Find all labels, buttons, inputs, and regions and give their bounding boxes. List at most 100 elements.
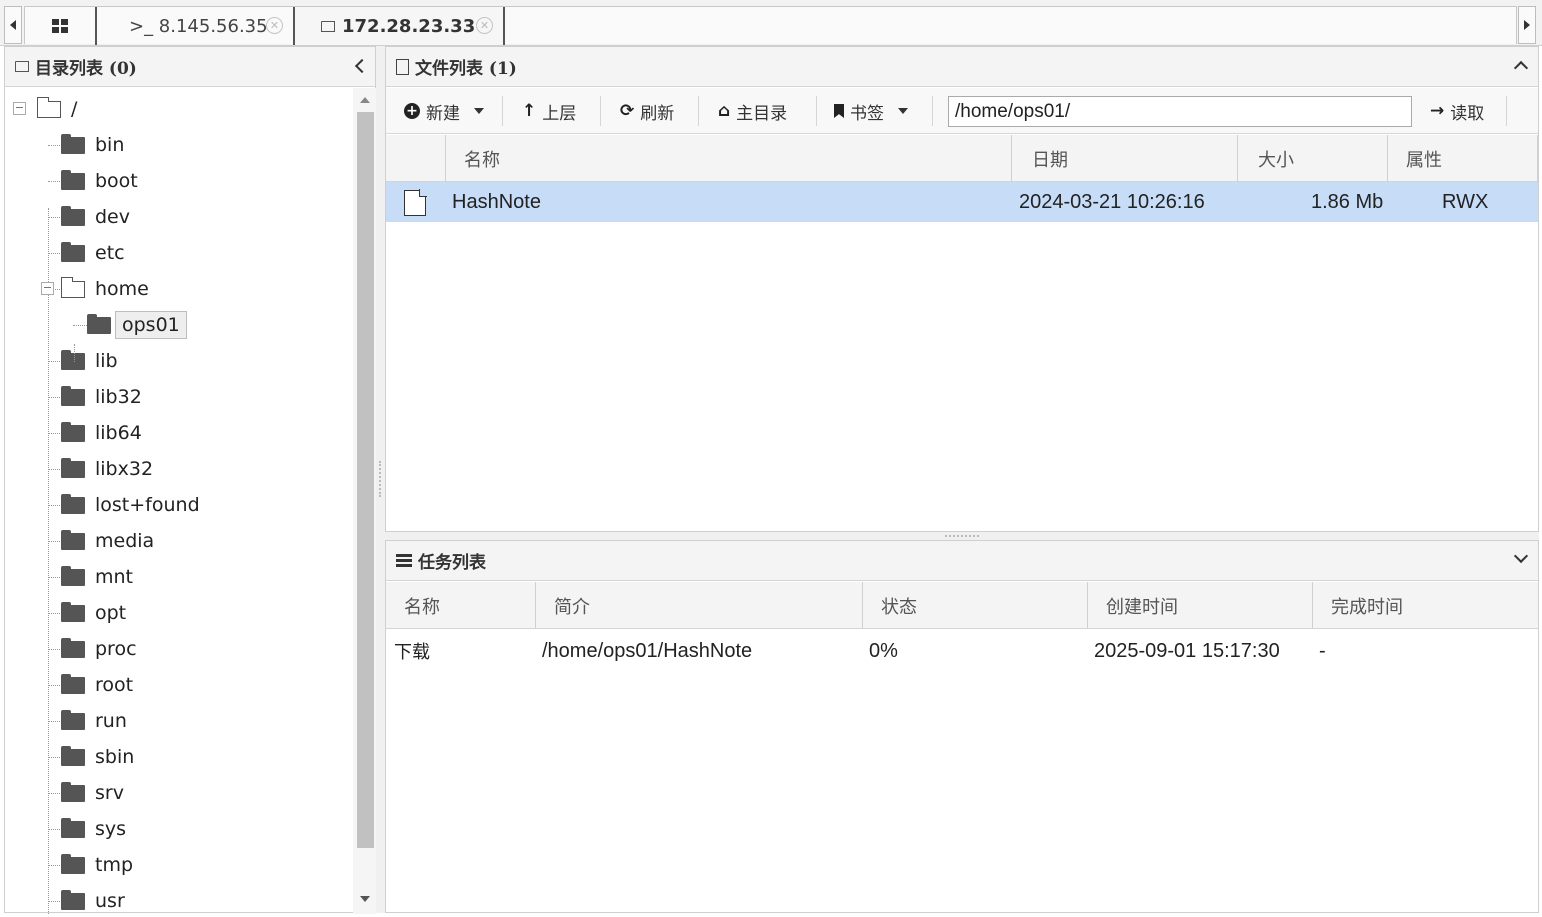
column-header-size[interactable]: 大小 — [1240, 135, 1388, 182]
tree-node-usr[interactable]: usr — [48, 884, 125, 914]
folder-icon — [61, 205, 85, 226]
tree-node-label: lib32 — [95, 386, 142, 408]
vertical-splitter[interactable] — [376, 46, 385, 913]
bookmark-icon — [834, 104, 844, 118]
refresh-button[interactable]: ⟳ 刷新 — [620, 88, 674, 134]
tree-node-sbin[interactable]: sbin — [48, 740, 134, 774]
chevron-up-icon[interactable] — [1513, 60, 1529, 76]
tree-node-dev[interactable]: dev — [48, 200, 130, 234]
directory-panel-title: 目录列表 (0) — [35, 59, 137, 79]
tree-node-lib32[interactable]: lib32 — [48, 380, 142, 414]
tree-node-label: lost+found — [95, 494, 200, 516]
file-toolbar: + 新建 ↑ 上层 ⟳ 刷新 ⌂ 主目录 书签 → 读取 — [386, 88, 1538, 134]
tree-node-label: sys — [95, 818, 127, 840]
tree-node-lost-found[interactable]: lost+found — [48, 488, 200, 522]
read-button[interactable]: → 读取 — [1430, 88, 1484, 134]
tab-scroll-right-button[interactable] — [1518, 6, 1536, 44]
collapse-panel-icon[interactable] — [355, 59, 365, 73]
task-row[interactable]: 下载 /home/ops01/HashNote 0% 2025-09-01 15… — [386, 630, 1538, 672]
tree-node-run[interactable]: run — [48, 704, 127, 738]
read-button-label: 读取 — [1450, 103, 1485, 124]
file-panel: 文件列表 (1) + 新建 ↑ 上层 ⟳ 刷新 ⌂ 主目录 书签 /home/o… — [385, 46, 1539, 532]
tab-scroll-left-button[interactable] — [4, 6, 22, 44]
new-button[interactable]: + 新建 — [404, 88, 484, 134]
up-button[interactable]: ↑ 上层 — [522, 88, 576, 134]
tree-node-label: mnt — [95, 566, 133, 588]
tree-node-tmp[interactable]: tmp — [48, 848, 134, 882]
tab-terminal[interactable]: >_ 8.145.56.35 ✕ — [97, 7, 295, 45]
folder-icon — [61, 349, 85, 370]
file-table-header: 名称 日期 大小 属性 — [386, 135, 1538, 182]
scroll-up-icon[interactable] — [360, 97, 370, 103]
tab-bar: >_ 8.145.56.35 ✕ 172.28.23.33 ✕ — [0, 0, 1542, 46]
file-attr: RWX — [1442, 190, 1489, 213]
task-panel-header: 任务列表 — [386, 541, 1538, 581]
directory-panel: 目录列表 (0) − / bin boot dev etc − home ops01 lib l… — [4, 46, 377, 914]
arrow-right-icon: → — [1430, 101, 1445, 121]
task-panel-title: 任务列表 — [418, 553, 486, 573]
horizontal-splitter[interactable] — [385, 532, 1539, 540]
tree-node-boot[interactable]: boot — [48, 164, 138, 198]
column-header-task-status[interactable]: 状态 — [863, 582, 1088, 629]
scrollbar-thumb[interactable] — [357, 112, 374, 848]
directory-tree: − / bin boot dev etc − home ops01 lib lib32 lib64… — [5, 88, 353, 914]
task-panel: 任务列表 名称 简介 状态 创建时间 完成时间 下载 /home/ops01/H… — [385, 540, 1539, 913]
task-status: 0% — [869, 639, 898, 662]
column-header-task-finished[interactable]: 完成时间 — [1313, 582, 1538, 629]
path-input[interactable] — [948, 96, 1412, 127]
column-header-task-desc[interactable]: 简介 — [536, 582, 863, 629]
tab-home[interactable] — [25, 7, 97, 45]
tree-node-srv[interactable]: srv — [48, 776, 124, 810]
close-icon[interactable]: ✕ — [266, 17, 283, 34]
tree-node-label: root — [95, 674, 134, 696]
file-panel-header: 文件列表 (1) — [386, 47, 1538, 87]
collapse-icon[interactable]: − — [41, 282, 54, 295]
refresh-button-label: 刷新 — [640, 103, 675, 124]
tree-node-bin[interactable]: bin — [48, 128, 124, 162]
tree-node-opt[interactable]: opt — [48, 596, 126, 630]
select-column-header[interactable] — [386, 135, 446, 182]
tree-node-label: etc — [95, 242, 125, 264]
tree-node-ops01[interactable]: ops01 — [73, 308, 187, 342]
file-row[interactable]: HashNote 2024-03-21 10:26:16 1.86 Mb RWX — [386, 182, 1538, 222]
tree-node-sys[interactable]: sys — [48, 812, 127, 846]
chevron-down-icon[interactable] — [1513, 548, 1529, 564]
scroll-down-icon[interactable] — [360, 896, 370, 902]
chevron-down-icon — [898, 108, 908, 114]
tree-node-libx32[interactable]: libx32 — [48, 452, 153, 486]
task-name: 下载 — [394, 642, 430, 663]
column-header-name[interactable]: 名称 — [446, 135, 1012, 182]
tab-terminal-label: >_ 8.145.56.35 — [129, 15, 268, 37]
column-header-task-name[interactable]: 名称 — [386, 582, 536, 629]
tree-node-etc[interactable]: etc — [48, 236, 125, 270]
column-header-date[interactable]: 日期 — [1014, 135, 1238, 182]
home-dir-button-label: 主目录 — [736, 103, 788, 124]
tree-node-label: srv — [95, 782, 124, 804]
collapse-icon[interactable]: − — [13, 102, 26, 115]
tree-node-lib64[interactable]: lib64 — [48, 416, 142, 450]
folder-icon — [61, 673, 85, 694]
tree-node-root[interactable]: root — [48, 668, 134, 702]
bookmark-button[interactable]: 书签 — [834, 88, 908, 134]
tab-strip: >_ 8.145.56.35 ✕ 172.28.23.33 ✕ — [24, 6, 1517, 45]
tree-node-root[interactable]: − / — [13, 92, 77, 126]
folder-open-icon — [60, 276, 85, 298]
folder-icon — [87, 313, 111, 334]
column-header-task-created[interactable]: 创建时间 — [1088, 582, 1313, 629]
column-header-attr[interactable]: 属性 — [1388, 135, 1538, 182]
folder-icon — [61, 601, 85, 622]
tree-scrollbar[interactable] — [353, 88, 377, 914]
folder-icon — [61, 493, 85, 514]
tree-node-media[interactable]: media — [48, 524, 154, 558]
column-header-label: 大小 — [1258, 149, 1294, 171]
tree-node-proc[interactable]: proc — [48, 632, 137, 666]
tree-node-mnt[interactable]: mnt — [48, 560, 133, 594]
home-dir-button[interactable]: ⌂ 主目录 — [718, 88, 787, 134]
tree-node-lib[interactable]: lib — [48, 344, 118, 378]
folder-open-icon — [36, 96, 61, 118]
tab-sftp[interactable]: 172.28.23.33 ✕ — [295, 7, 505, 45]
close-icon[interactable]: ✕ — [476, 17, 493, 34]
tree-node-label: tmp — [95, 854, 134, 876]
refresh-icon: ⟳ — [620, 101, 635, 121]
tree-node-home[interactable]: − home — [41, 272, 149, 306]
